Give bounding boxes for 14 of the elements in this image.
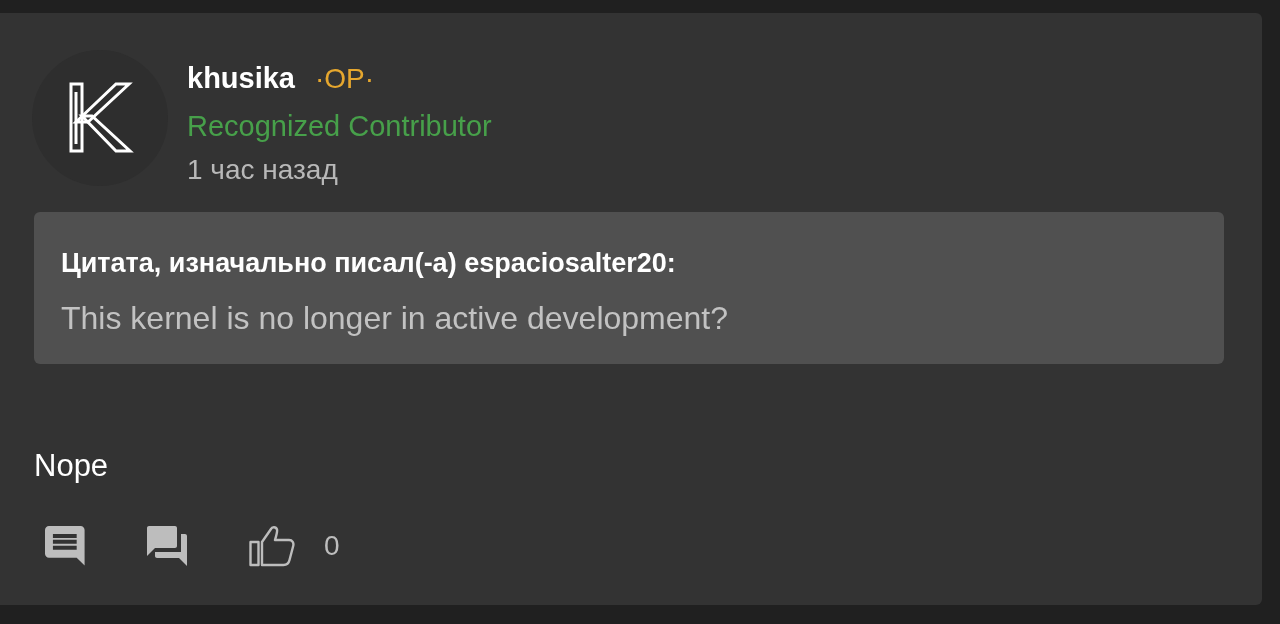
like-button[interactable]: 0 <box>249 525 340 567</box>
reply-button[interactable] <box>147 526 187 566</box>
post-text: Nope <box>34 447 109 485</box>
thumbs-up-icon <box>249 525 295 567</box>
two-speech-bubbles-icon <box>147 526 187 566</box>
post-time: 1 час назад <box>187 153 338 187</box>
author-name[interactable]: khusika <box>187 55 295 101</box>
quote-text: This kernel is no longer in active development? <box>61 299 730 338</box>
comment-button[interactable] <box>45 526 85 566</box>
speech-bubble-icon <box>45 526 85 566</box>
user-rank: Recognized Contributor <box>187 109 492 144</box>
quote-header: Цитата, изначально писал(-а) espaciosalter20: <box>61 247 677 280</box>
avatar-logo-icon <box>32 50 168 186</box>
op-label: ·OP· <box>315 62 375 96</box>
